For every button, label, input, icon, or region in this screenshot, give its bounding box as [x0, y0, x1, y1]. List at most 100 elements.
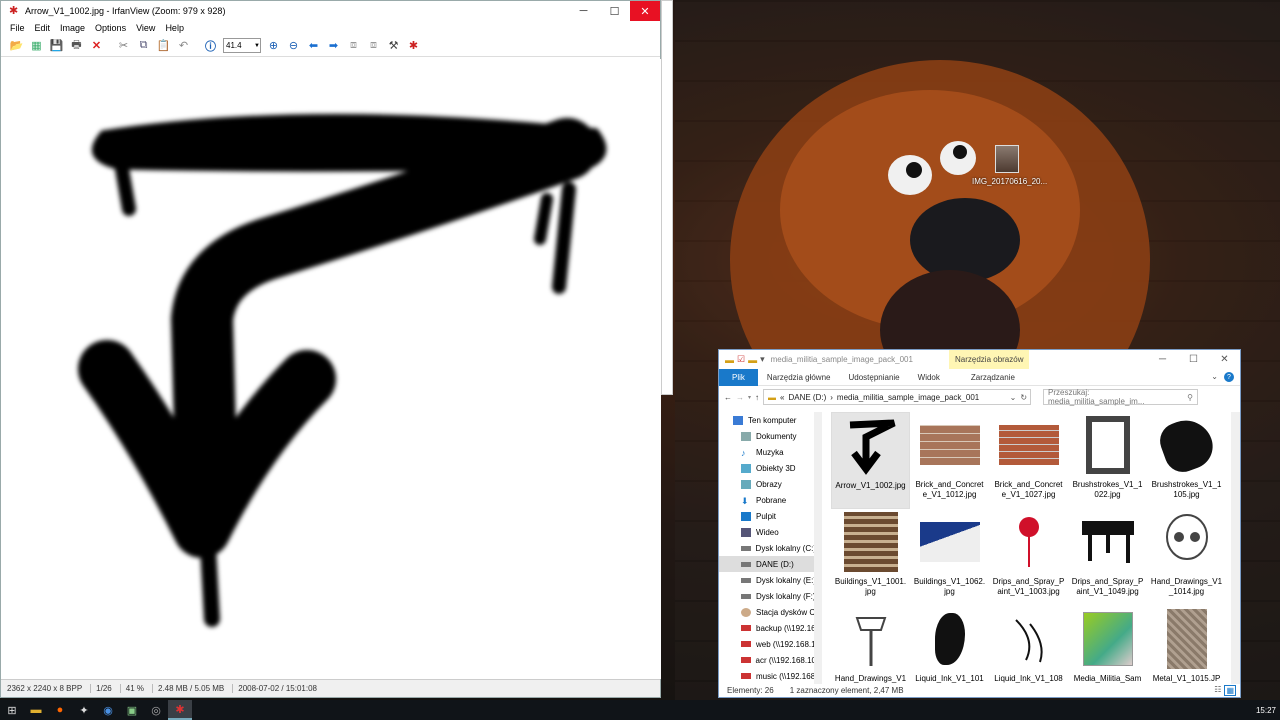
zoom-select[interactable]: 41.4 ▼	[223, 38, 261, 53]
details-view-icon[interactable]: ☷	[1214, 685, 1221, 696]
nav-item-videos[interactable]: Wideo	[719, 524, 816, 540]
file-item[interactable]: Arrow_V1_1002.jpg	[831, 412, 910, 509]
delete-icon[interactable]: ✕	[87, 37, 106, 55]
nav-item-this-pc[interactable]: Ten komputer	[719, 412, 816, 428]
tab-manage[interactable]: Zarządzanie	[949, 373, 1024, 382]
menu-file[interactable]: File	[5, 23, 30, 33]
customize-chevron-icon[interactable]: ▾	[760, 354, 765, 365]
nav-item-drive-f[interactable]: Dysk lokalny (F:)	[719, 588, 816, 604]
nav-item-drive-c[interactable]: Dysk lokalny (C:)	[719, 540, 816, 556]
nav-item-network-backup[interactable]: backup (\\192.16	[719, 620, 816, 636]
file-item[interactable]: Brushstrokes_V1_1022.jpg	[1068, 412, 1147, 509]
file-item[interactable]: Metal_V1_1015.JPG	[1147, 606, 1226, 684]
breadcrumb-drive[interactable]: DANE (D:)	[788, 393, 826, 402]
tab-file[interactable]: Plik	[719, 368, 758, 386]
refresh-icon[interactable]: ↻	[1020, 393, 1030, 402]
obs-icon[interactable]: ◎	[144, 700, 168, 720]
large-icons-view-icon[interactable]: ▦	[1224, 684, 1236, 696]
file-item[interactable]: Buildings_V1_1062.jpg	[910, 509, 989, 606]
file-item[interactable]: Liquid_Ink_V1_1089.jpg	[989, 606, 1068, 684]
irfanview-titlebar[interactable]: ✱ Arrow_V1_1002.jpg - IrfanView (Zoom: 9…	[1, 1, 660, 21]
tab-home[interactable]: Narzędzia główne	[758, 373, 840, 382]
desktop-icon-photo[interactable]: IMG_20170616_20...	[972, 145, 1047, 186]
open-folder-icon[interactable]: 📂	[7, 37, 26, 55]
recent-chevron-icon[interactable]: ▾	[748, 394, 751, 401]
menu-options[interactable]: Options	[90, 23, 131, 33]
settings-icon[interactable]: ⚒	[384, 37, 403, 55]
nav-item-network-web[interactable]: web (\\192.168.1	[719, 636, 816, 652]
close-button[interactable]: ✕	[630, 1, 660, 21]
file-item[interactable]: Drips_and_Spray_Paint_V1_1049.jpg	[1068, 509, 1147, 606]
file-item[interactable]: Media_Militia_Sample_Image_Pac	[1068, 606, 1147, 684]
start-windows-icon[interactable]: ⊞	[0, 700, 24, 720]
next-icon[interactable]: ➡	[324, 37, 343, 55]
nav-item-3d-objects[interactable]: Obiekty 3D	[719, 460, 816, 476]
explorer-close-button[interactable]: ✕	[1209, 350, 1240, 369]
firefox-icon[interactable]: ●	[48, 700, 72, 720]
tab-view[interactable]: Widok	[909, 373, 949, 382]
navigation-scrollbar[interactable]	[814, 412, 822, 684]
last-page-icon[interactable]: ⧈	[364, 37, 383, 55]
info-icon[interactable]: ⓘ	[201, 37, 220, 55]
file-item[interactable]: Hand_Drawings_V1_1185.jpg	[831, 606, 910, 684]
address-dropdown-icon[interactable]: ⌄	[1010, 393, 1017, 402]
nav-item-drive-d[interactable]: DANE (D:)	[719, 556, 816, 572]
menu-image[interactable]: Image	[55, 23, 90, 33]
nav-item-desktop[interactable]: Pulpit	[719, 508, 816, 524]
first-page-icon[interactable]: ⧈	[344, 37, 363, 55]
app-icon[interactable]: ✦	[72, 700, 96, 720]
file-item[interactable]: Buildings_V1_1001.jpg	[831, 509, 910, 606]
zoom-in-icon[interactable]: ⊕	[264, 37, 283, 55]
nav-item-network-acr[interactable]: acr (\\192.168.10	[719, 652, 816, 668]
file-item[interactable]: Brick_and_Concrete_V1_1027.jpg	[989, 412, 1068, 509]
slideshow-icon[interactable]: ▦	[27, 37, 46, 55]
minimize-button[interactable]: ─	[568, 1, 599, 21]
paste-icon[interactable]: 📋	[154, 37, 173, 55]
file-grid-scrollbar[interactable]	[1231, 412, 1240, 684]
nav-item-music[interactable]: ♪ Muzyka	[719, 444, 816, 460]
file-item[interactable]: Hand_Drawings_V1_1014.jpg	[1147, 509, 1226, 606]
cut-icon[interactable]: ✂	[114, 37, 133, 55]
nav-item-downloads[interactable]: ⬇ Pobrane	[719, 492, 816, 508]
up-icon[interactable]: ↑	[755, 393, 759, 402]
picture-tools-tab[interactable]: Narzędzia obrazów	[949, 350, 1030, 369]
search-input[interactable]: Przeszukaj: media_militia_sample_im... ⚲	[1043, 388, 1199, 406]
nav-item-documents[interactable]: Dokumenty	[719, 428, 816, 444]
explorer-minimize-button[interactable]: ─	[1147, 350, 1178, 369]
file-item[interactable]: Liquid_Ink_V1_1012.jpg	[910, 606, 989, 684]
file-explorer-icon[interactable]: ▬	[24, 700, 48, 720]
help-icon[interactable]: ?	[1224, 372, 1234, 382]
explorer-maximize-button[interactable]: ☐	[1178, 350, 1209, 369]
chrome-icon[interactable]: ◉	[96, 700, 120, 720]
address-bar[interactable]: ▬ « DANE (D:) › media_militia_sample_ima…	[763, 389, 1032, 405]
image-canvas[interactable]	[7, 59, 661, 679]
copy-icon[interactable]: ⧉	[134, 37, 153, 55]
file-item[interactable]: Brick_and_Concrete_V1_1012.jpg	[910, 412, 989, 509]
properties-icon[interactable]: ☑	[737, 354, 745, 365]
undo-icon[interactable]: ↶	[174, 37, 193, 55]
irfanview-taskbar-icon[interactable]: ✱	[168, 700, 192, 720]
back-icon[interactable]: ←	[724, 393, 732, 402]
new-folder-icon[interactable]: ▬	[748, 355, 757, 365]
tab-share[interactable]: Udostępnianie	[839, 373, 908, 382]
previous-icon[interactable]: ⬅	[304, 37, 323, 55]
irfanview-about-icon[interactable]: ✱	[404, 37, 423, 55]
file-item[interactable]: Drips_and_Spray_Paint_V1_1003.jpg	[989, 509, 1068, 606]
expand-ribbon-icon[interactable]: ⌄	[1211, 372, 1218, 382]
file-item[interactable]: Brushstrokes_V1_1105.jpg	[1147, 412, 1226, 509]
menu-edit[interactable]: Edit	[30, 23, 56, 33]
nav-item-drive-e[interactable]: Dysk lokalny (E:)	[719, 572, 816, 588]
nav-item-dvd-drive[interactable]: Stacja dysków C	[719, 604, 816, 620]
menu-help[interactable]: Help	[160, 23, 189, 33]
zoom-out-icon[interactable]: ⊖	[284, 37, 303, 55]
screen-capture-icon[interactable]: ▣	[120, 700, 144, 720]
explorer-titlebar[interactable]: ▬ ☑ ▬ ▾ media_militia_sample_image_pack_…	[719, 350, 1240, 369]
maximize-button[interactable]: ☐	[599, 1, 630, 21]
forward-icon[interactable]: →	[736, 393, 744, 402]
nav-item-network-music[interactable]: music (\\192.168	[719, 668, 816, 684]
save-icon[interactable]: 💾	[47, 37, 66, 55]
breadcrumb-folder[interactable]: media_militia_sample_image_pack_001	[837, 393, 979, 402]
print-icon[interactable]: 🖶	[67, 37, 86, 55]
menu-view[interactable]: View	[131, 23, 160, 33]
nav-item-pictures[interactable]: Obrazy	[719, 476, 816, 492]
